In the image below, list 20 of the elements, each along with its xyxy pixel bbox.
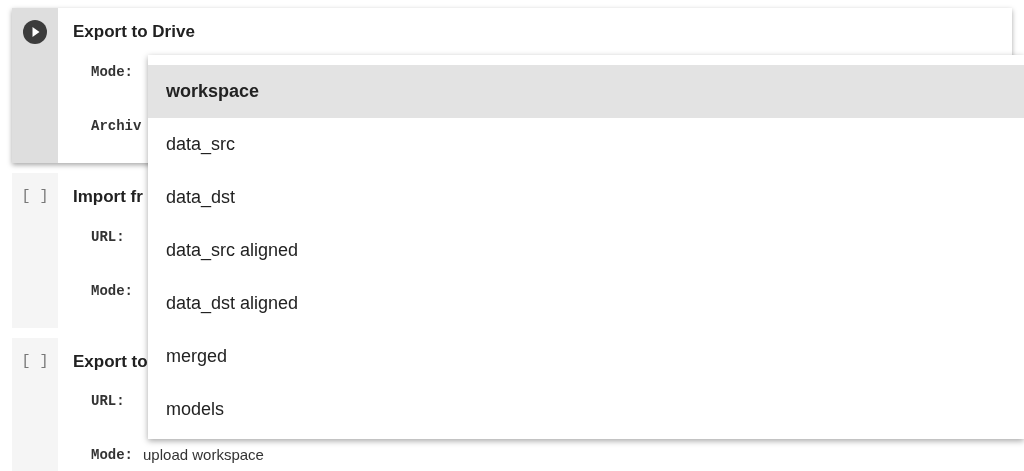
dropdown-option[interactable]: data_dst aligned [148,277,1024,330]
dropdown-option[interactable]: data_src aligned [148,224,1024,277]
field-label: URL: [91,392,125,411]
dropdown-option[interactable]: data_dst [148,171,1024,224]
cell-title: Export to [73,350,148,373]
execution-marker[interactable]: [ ] [21,185,49,328]
field-value[interactable]: upload workspace [143,444,264,467]
field-label: Mode: [91,446,133,465]
dropdown-option[interactable]: data_src [148,118,1024,171]
execution-marker[interactable]: [ ] [21,349,49,471]
dropdown-option[interactable]: workspace [148,65,1024,118]
field-label: URL: [91,227,125,247]
cell-title: Export to Drive [73,21,195,43]
dropdown-option[interactable]: merged [148,330,1024,383]
field-label: Archiv [91,116,142,136]
cell-title: Import fr [73,186,143,209]
dropdown-option[interactable]: models [148,383,1024,436]
field-label: Mode: [91,281,133,301]
field-label: Mode: [91,62,133,82]
run-icon[interactable] [23,20,47,44]
